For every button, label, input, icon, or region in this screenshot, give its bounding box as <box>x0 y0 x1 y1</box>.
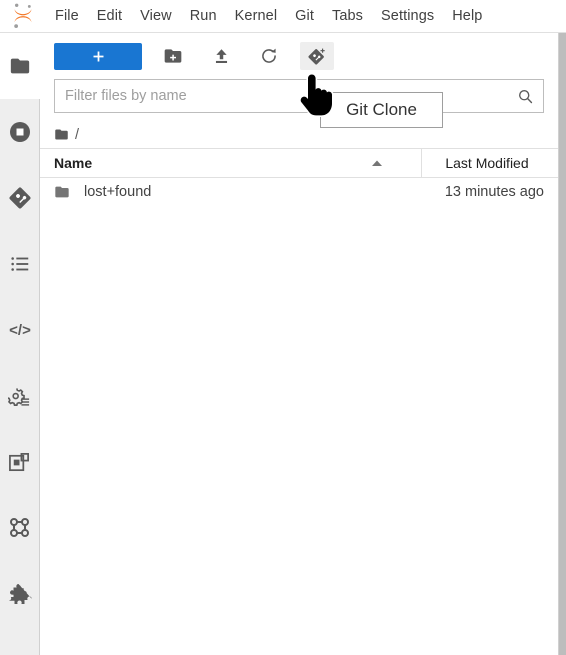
file-name: lost+found <box>84 184 152 200</box>
svg-text:</>: </> <box>9 322 31 339</box>
new-launcher-button[interactable] <box>54 42 142 70</box>
column-header-name-label: Name <box>54 155 93 171</box>
file-browser-panel: / Name Last Modified <box>40 33 558 655</box>
menu-bar: File Edit View Run Kernel Git Tabs Setti… <box>0 0 566 33</box>
file-browser-toolbar <box>40 33 558 79</box>
folder-icon <box>10 58 29 74</box>
left-activity-bar: </> <box>0 33 40 655</box>
sidebar-item-dask-clusters[interactable] <box>0 495 40 561</box>
column-header-last-modified-label: Last Modified <box>445 155 529 171</box>
breadcrumb-home-folder-icon[interactable] <box>54 127 69 142</box>
breadcrumb: / <box>40 121 558 149</box>
menu-item-kernel[interactable]: Kernel <box>226 4 287 28</box>
kernel-grid-icon <box>9 452 29 471</box>
refresh-icon <box>262 48 276 63</box>
git-clone-icon <box>308 48 325 65</box>
upload-icon <box>215 48 227 63</box>
folder-icon <box>54 184 76 200</box>
breadcrumb-root-separator[interactable]: / <box>75 127 79 143</box>
plus-icon <box>93 51 103 61</box>
filter-files-container <box>54 79 544 113</box>
right-collapsed-sidebar[interactable] <box>558 33 566 655</box>
jupyter-logo[interactable] <box>0 0 46 33</box>
file-list-header: Name Last Modified <box>40 149 558 178</box>
sidebar-item-property-inspector[interactable] <box>0 363 40 429</box>
git-diamond-icon <box>9 187 30 209</box>
refresh-file-list-button[interactable] <box>252 42 286 70</box>
menu-item-git[interactable]: Git <box>286 4 323 28</box>
menu-item-run[interactable]: Run <box>181 4 226 28</box>
sidebar-item-running-sessions[interactable] <box>0 99 40 165</box>
sidebar-item-debugger[interactable]: </> <box>0 297 40 363</box>
nodes-graph-icon <box>9 518 29 537</box>
sidebar-item-file-browser[interactable] <box>0 33 40 99</box>
menu-item-settings[interactable]: Settings <box>372 4 443 28</box>
caret-up-icon <box>371 159 383 167</box>
list-icon <box>10 257 28 271</box>
menu-items: File Edit View Run Kernel Git Tabs Setti… <box>46 4 491 28</box>
code-brackets-icon: </> <box>9 322 31 339</box>
menu-item-file[interactable]: File <box>46 4 88 28</box>
sidebar-item-extension-manager[interactable] <box>0 561 40 627</box>
gear-list-icon <box>8 387 30 406</box>
table-row[interactable]: lost+found 13 minutes ago <box>40 178 558 206</box>
puzzle-piece-icon <box>8 584 32 604</box>
sidebar-item-kernel-sessions[interactable] <box>0 429 40 495</box>
new-folder-icon <box>164 49 182 63</box>
menu-item-view[interactable]: View <box>131 4 181 28</box>
search-icon[interactable] <box>507 88 543 105</box>
stop-circle-icon <box>9 122 30 142</box>
sidebar-item-table-of-contents[interactable] <box>0 231 40 297</box>
upload-files-button[interactable] <box>204 42 238 70</box>
git-clone-button[interactable] <box>300 42 334 70</box>
jupyter-logo-icon <box>14 3 32 29</box>
git-clone-tooltip: Git Clone <box>320 92 443 128</box>
menu-item-tabs[interactable]: Tabs <box>323 4 372 28</box>
file-list: lost+found 13 minutes ago <box>40 178 558 655</box>
file-last-modified: 13 minutes ago <box>444 184 544 200</box>
menu-item-help[interactable]: Help <box>443 4 491 28</box>
sidebar-item-git[interactable] <box>0 165 40 231</box>
new-folder-button[interactable] <box>156 42 190 70</box>
column-header-last-modified[interactable]: Last Modified <box>422 149 558 177</box>
column-header-name[interactable]: Name <box>40 149 422 177</box>
menu-item-edit[interactable]: Edit <box>88 4 131 28</box>
jupyterlab-window: File Edit View Run Kernel Git Tabs Setti… <box>0 0 566 655</box>
